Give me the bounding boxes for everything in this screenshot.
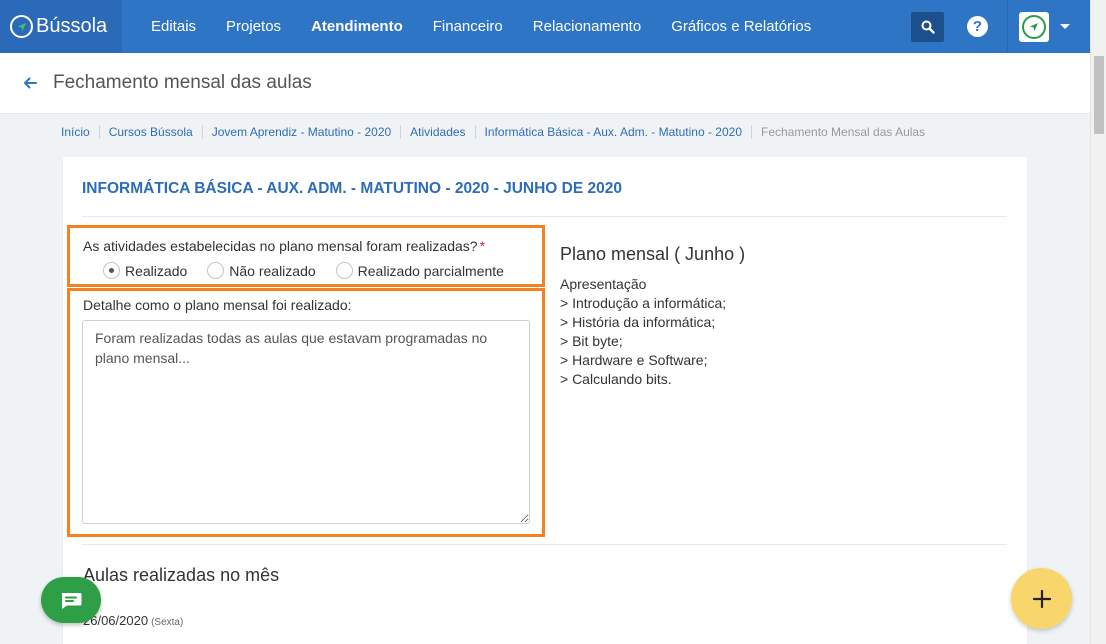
nav-item-atendimento[interactable]: Atendimento xyxy=(296,0,418,53)
nav-item-financeiro[interactable]: Financeiro xyxy=(418,0,518,53)
radio-selected-dot xyxy=(109,268,114,273)
lessons-section-title: Aulas realizadas no mês xyxy=(83,565,280,585)
card-title: INFORMÁTICA BÁSICA - AUX. ADM. - MATUTIN… xyxy=(82,180,622,197)
breadcrumb-informatica-basica[interactable]: Informática Básica - Aux. Adm. - Matutin… xyxy=(485,125,742,139)
radio-label: Realizado parcialmente xyxy=(357,262,504,279)
compass-icon xyxy=(1022,14,1046,39)
scrollbar-thumb[interactable] xyxy=(1094,56,1104,134)
breadcrumb: Início Cursos Bússola Jovem Aprendiz - M… xyxy=(61,125,925,139)
radio-circle[interactable] xyxy=(207,262,225,279)
breadcrumb-separator xyxy=(400,125,402,139)
plan-item: > Calculando bits. xyxy=(560,371,672,387)
arrow-left-icon xyxy=(24,77,37,89)
radio-circle[interactable] xyxy=(335,262,353,279)
activities-question-label: As atividades estabelecidas no plano men… xyxy=(83,238,485,254)
search-button[interactable] xyxy=(911,11,944,42)
add-button[interactable] xyxy=(1011,568,1072,629)
avatar xyxy=(1019,11,1049,42)
radio-nao-realizado[interactable]: Não realizado xyxy=(207,262,316,279)
lesson-weekday: (Sexta) xyxy=(151,617,184,628)
chat-button[interactable] xyxy=(41,577,101,623)
chat-bubble-icon xyxy=(61,593,82,609)
brand-name: Bússola xyxy=(36,15,108,37)
radio-circle[interactable] xyxy=(103,262,120,279)
compass-icon xyxy=(10,15,33,38)
realization-radio-group: Realizado Não realizado Realizado parcia… xyxy=(103,262,524,279)
search-icon xyxy=(921,20,935,34)
section-divider xyxy=(82,544,1007,545)
page-title: Fechamento mensal das aulas xyxy=(53,72,312,93)
breadcrumb-jovem-aprendiz[interactable]: Jovem Aprendiz - Matutino - 2020 xyxy=(212,125,391,139)
plan-item: > Bit byte; xyxy=(560,333,623,349)
breadcrumb-current: Fechamento Mensal das Aulas xyxy=(761,125,926,139)
breadcrumb-separator xyxy=(474,125,476,139)
top-navbar: Bússola Editais Projetos Atendimento Fin… xyxy=(0,0,1090,53)
page-scrollbar[interactable] xyxy=(1090,0,1106,644)
breadcrumb-atividades[interactable]: Atividades xyxy=(410,125,465,139)
nav-item-projetos[interactable]: Projetos xyxy=(211,0,296,53)
detail-textarea[interactable]: Foram realizadas todas as aulas que esta… xyxy=(82,320,530,524)
breadcrumb-inicio[interactable]: Início xyxy=(61,125,90,139)
radio-label: Não realizado xyxy=(229,262,316,279)
page-header: Fechamento mensal das aulas xyxy=(0,53,1090,114)
back-button[interactable] xyxy=(23,77,37,89)
radio-label: Realizado xyxy=(125,262,188,279)
help-button[interactable]: ? xyxy=(967,16,988,37)
plan-item: > Hardware e Software; xyxy=(560,352,708,368)
brand-logo[interactable]: Bússola xyxy=(0,0,122,53)
plan-item: Apresentação xyxy=(560,276,647,292)
nav-actions: ? xyxy=(911,0,1090,53)
nav-item-graficos-relatorios[interactable]: Gráficos e Relatórios xyxy=(656,0,826,53)
plan-item: > Introdução a informática; xyxy=(560,295,727,311)
nav-item-relacionamento[interactable]: Relacionamento xyxy=(518,0,656,53)
breadcrumb-separator xyxy=(201,125,203,139)
radio-realizado[interactable]: Realizado xyxy=(103,262,187,279)
breadcrumb-cursos-bussola[interactable]: Cursos Bússola xyxy=(109,125,193,139)
card-divider xyxy=(82,216,1007,217)
plan-item: > História da informática; xyxy=(560,314,716,330)
lesson-date: 26/06/2020 (Sexta) xyxy=(83,613,183,628)
breadcrumb-separator xyxy=(98,125,100,139)
breadcrumb-separator xyxy=(751,125,752,139)
monthly-plan-title: Plano mensal ( Junho ) xyxy=(560,244,746,264)
detail-label: Detalhe como o plano mensal foi realizad… xyxy=(83,297,352,313)
question-text: As atividades estabelecidas no plano men… xyxy=(83,238,478,254)
monthly-plan-list: Apresentação > Introdução a informática;… xyxy=(560,275,726,389)
nav-item-editais[interactable]: Editais xyxy=(136,0,211,53)
plus-icon xyxy=(1032,589,1051,608)
caret-down-icon xyxy=(1060,24,1070,29)
user-menu[interactable] xyxy=(1008,0,1090,53)
radio-realizado-parcialmente[interactable]: Realizado parcialmente xyxy=(335,262,504,279)
required-mark: * xyxy=(479,238,486,254)
main-nav: Editais Projetos Atendimento Financeiro … xyxy=(136,0,826,53)
